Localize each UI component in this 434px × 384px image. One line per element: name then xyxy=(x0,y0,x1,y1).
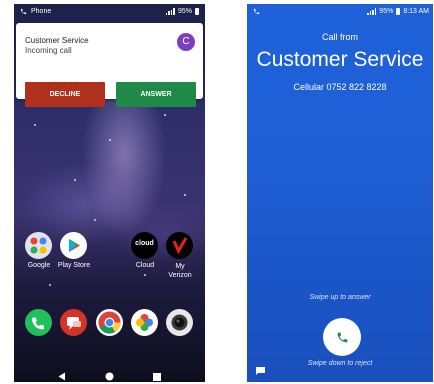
swipe-down-hint: Swipe down to reject xyxy=(307,360,373,367)
caller-avatar: C xyxy=(177,33,195,51)
recents-icon[interactable] xyxy=(153,368,161,382)
battery-icon xyxy=(195,8,199,15)
google-folder-icon xyxy=(25,232,52,259)
decline-button[interactable]: DECLINE xyxy=(25,82,105,107)
star xyxy=(94,219,96,221)
caller-number: Cellular 0752 822 8228 xyxy=(293,82,387,92)
star xyxy=(49,284,51,286)
notification-caller: Customer Service xyxy=(25,36,89,45)
status-bar: Phone 95% xyxy=(14,4,205,19)
back-icon[interactable] xyxy=(58,368,66,382)
answer-call-button[interactable] xyxy=(323,318,361,356)
signal-icon xyxy=(165,8,175,15)
star xyxy=(164,114,166,116)
phone-icon xyxy=(337,332,347,342)
incoming-call-notification[interactable]: Customer Service Incoming call C DECLINE… xyxy=(16,23,203,107)
status-bar: 95% 8:13 AM xyxy=(247,4,433,19)
star xyxy=(109,139,111,141)
battery-icon xyxy=(396,8,401,15)
cloud-icon: cloud xyxy=(131,232,158,259)
lock-home-screen: Phone 95% Customer Service Incoming call… xyxy=(14,4,205,382)
battery-percent: 95% xyxy=(177,8,192,15)
star xyxy=(74,179,76,181)
verizon-icon xyxy=(166,232,193,259)
home-icon[interactable] xyxy=(105,368,114,382)
message-icon[interactable] xyxy=(255,363,266,381)
signal-icon xyxy=(367,8,377,15)
status-app: Phone xyxy=(20,8,51,15)
chrome-icon[interactable] xyxy=(96,309,123,336)
app-label: Play Store xyxy=(57,262,91,269)
messages-icon[interactable] xyxy=(60,309,87,336)
notification-status: Incoming call xyxy=(25,46,72,55)
camera-icon[interactable] xyxy=(166,309,193,336)
status-app-name: Phone xyxy=(31,8,52,15)
star xyxy=(144,274,146,276)
call-from-label: Call from xyxy=(321,32,358,42)
phone-icon xyxy=(253,8,260,15)
star xyxy=(34,124,36,126)
phone-icon[interactable] xyxy=(25,309,52,336)
swipe-up-hint: Swipe up to answer xyxy=(309,294,371,301)
clock: 8:13 AM xyxy=(403,8,429,15)
phone-icon xyxy=(20,8,27,15)
battery-percent: 95% xyxy=(379,8,394,15)
answer-button[interactable]: ANSWER xyxy=(116,82,196,107)
star xyxy=(184,194,186,196)
photos-icon[interactable] xyxy=(131,309,158,336)
incoming-call-screen: 95% 8:13 AM Call from Customer Service C… xyxy=(247,4,433,382)
app-label: My Verizon xyxy=(168,263,192,279)
caller-name: Customer Service xyxy=(256,48,424,71)
play-store-icon xyxy=(60,232,87,259)
